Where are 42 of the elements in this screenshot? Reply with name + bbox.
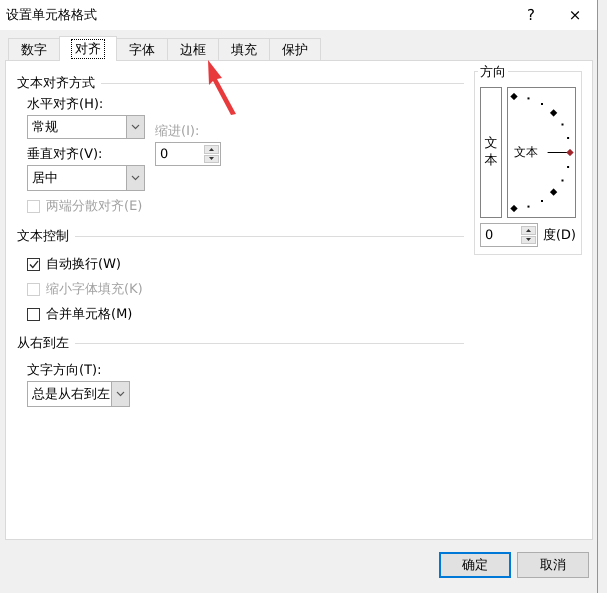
- group-heading: 方向: [478, 63, 508, 81]
- sample-text: 文本: [514, 144, 538, 161]
- angle-pointer[interactable]: [547, 148, 574, 156]
- chevron-down-icon: [116, 391, 125, 397]
- tab[interactable]: 对齐: [59, 36, 117, 61]
- triangle-up-icon: [208, 146, 215, 152]
- vertical-text-button[interactable]: 文本: [480, 87, 502, 218]
- dropdown[interactable]: 常规: [27, 115, 145, 139]
- help-button[interactable]: ?: [509, 0, 553, 30]
- tab[interactable]: 保护: [269, 38, 321, 60]
- triangle-down-icon: [208, 156, 215, 162]
- dropdown[interactable]: 居中: [27, 165, 145, 191]
- spin-up-button[interactable]: [520, 226, 536, 234]
- cancel-button[interactable]: 取消: [517, 552, 589, 578]
- checkbox-label: 缩小字体填充(K): [46, 281, 143, 298]
- group-heading: 文本控制: [17, 228, 69, 245]
- spin-down-button[interactable]: [520, 236, 536, 244]
- dropdown[interactable]: 总是从右到左: [27, 381, 130, 407]
- field-label: 水平对齐(H):: [27, 96, 104, 114]
- group-heading: 文本对齐方式: [17, 75, 95, 92]
- checkbox[interactable]: [27, 258, 40, 270]
- field-label: 文字方向(T):: [27, 362, 102, 380]
- window-title: 设置单元格格式: [6, 7, 98, 24]
- field-label: 度(D): [542, 227, 576, 245]
- triangle-down-icon: [524, 237, 532, 242]
- checkbox-label: 两端分散对齐(E): [46, 198, 142, 215]
- checkbox[interactable]: [27, 308, 40, 320]
- field-label: 缩进(I):: [155, 123, 200, 141]
- close-button[interactable]: ×: [553, 0, 597, 30]
- chevron-down-icon: [131, 124, 140, 130]
- field-label: 垂直对齐(V):: [27, 146, 104, 164]
- triangle-up-icon: [524, 228, 532, 233]
- tab[interactable]: 数字: [8, 38, 60, 60]
- ok-button[interactable]: 确定: [439, 552, 511, 578]
- spin-up-button[interactable]: [204, 145, 219, 154]
- spin-down-button[interactable]: [204, 154, 219, 163]
- checkbox-label: 合并单元格(M): [46, 306, 132, 323]
- checkbox-label: 自动换行(W): [46, 256, 121, 273]
- chevron-down-icon: [131, 175, 140, 181]
- spin-field[interactable]: 0: [480, 223, 538, 247]
- orientation-dial[interactable]: 文本: [507, 87, 576, 218]
- group-heading: 从右到左: [17, 335, 69, 352]
